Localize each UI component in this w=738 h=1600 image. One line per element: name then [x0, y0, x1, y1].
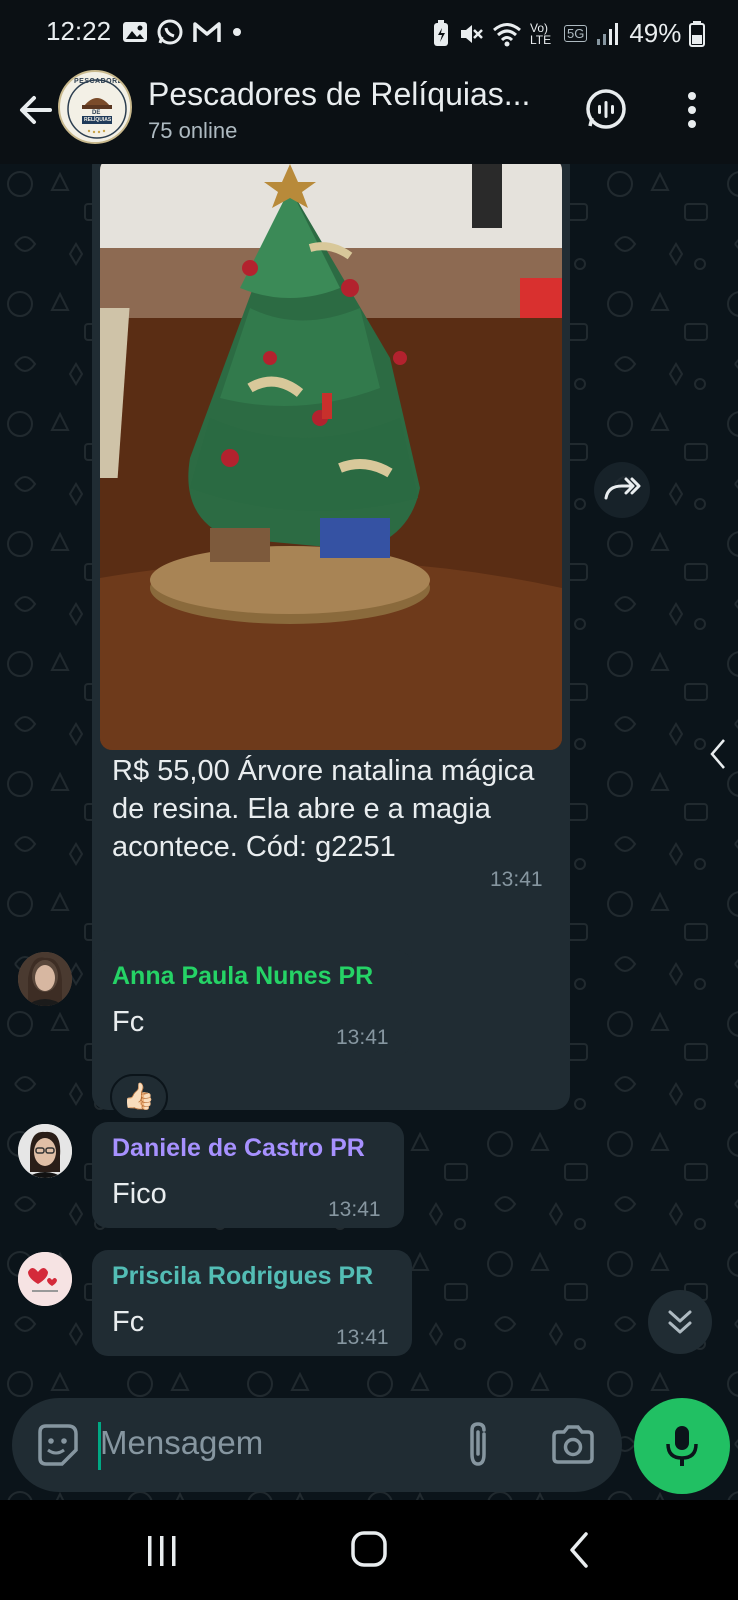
gmail-icon: [193, 22, 221, 42]
message-time: 13:41: [336, 1326, 389, 1349]
avatar-photo: [18, 952, 72, 1006]
battery-icon: [689, 20, 706, 47]
nav-back-icon[interactable]: [566, 1530, 590, 1570]
chat-header: PESCADORES DE RELÍQUIAS Pescadores de Re…: [0, 62, 738, 164]
system-nav-bar: [0, 1500, 738, 1600]
group-avatar[interactable]: PESCADORES DE RELÍQUIAS: [58, 70, 132, 144]
status-time: 12:22: [46, 16, 112, 46]
scroll-to-bottom-button[interactable]: [648, 1290, 712, 1354]
camera-icon[interactable]: [550, 1422, 596, 1466]
sender-name[interactable]: Anna Paula Nunes PR: [112, 962, 373, 991]
side-panel-chevron-icon[interactable]: [704, 734, 730, 774]
back-arrow-icon[interactable]: [14, 88, 58, 132]
whatsapp-icon: [157, 19, 183, 45]
voice-message-button[interactable]: [634, 1398, 730, 1494]
avatar[interactable]: [18, 1124, 72, 1178]
attach-icon[interactable]: [458, 1420, 498, 1470]
message-time: 13:41: [490, 868, 543, 891]
more-options-icon[interactable]: [676, 86, 708, 134]
avatar-photo: [18, 1252, 72, 1306]
voice-chat-icon[interactable]: [582, 86, 630, 134]
sticker-icon[interactable]: [34, 1422, 80, 1468]
chat-area[interactable]: R$ 55,00 Árvore natalina mágica de resin…: [0, 164, 738, 1500]
message-caption: R$ 55,00 Árvore natalina mágica de resin…: [112, 755, 535, 863]
recent-apps-icon[interactable]: [144, 1534, 180, 1568]
battery-level: 49%: [629, 18, 682, 48]
sender-name[interactable]: Daniele de Castro PR: [112, 1134, 365, 1163]
message-bubble[interactable]: Daniele de Castro PR Fico 13:41: [92, 1122, 404, 1228]
status-bar: 12:22 Vo) LTE 5G 49%: [0, 0, 738, 62]
wifi-icon: [493, 22, 521, 46]
message-text: Fc: [112, 1006, 145, 1038]
message-input[interactable]: Mensagem: [100, 1424, 263, 1462]
christmas-tree-photo[interactable]: [100, 164, 562, 750]
chat-title[interactable]: Pescadores de Relíquias...: [148, 76, 558, 113]
sender-name[interactable]: Priscila Rodrigues PR: [112, 1262, 373, 1291]
message-input-bar: Mensagem: [12, 1398, 622, 1492]
microphone-icon: [666, 1426, 698, 1466]
forward-button[interactable]: [594, 462, 650, 518]
message-bubble[interactable]: Priscila Rodrigues PR Fc 13:41: [92, 1250, 412, 1356]
avatar-text-mid: DE: [92, 110, 101, 116]
dot-icon: [233, 28, 241, 36]
message-time: 13:41: [336, 1026, 389, 1049]
network-type: 5G: [564, 25, 588, 42]
avatar[interactable]: [18, 952, 72, 1006]
notification-icons: [122, 18, 244, 46]
message-text: Fico: [112, 1178, 167, 1210]
avatar[interactable]: [18, 1252, 72, 1306]
message-time: 13:41: [328, 1198, 381, 1221]
avatar-photo: [18, 1124, 72, 1178]
double-chevron-down-icon: [668, 1310, 692, 1334]
forward-icon: [604, 477, 641, 500]
signal-icon: [597, 22, 619, 45]
avatar-text-top: PESCADORES: [74, 78, 129, 85]
message-text: Fc: [112, 1306, 145, 1338]
message-bubble[interactable]: Anna Paula Nunes PR Fc 13:41: [92, 950, 412, 1056]
home-icon[interactable]: [350, 1530, 388, 1568]
mute-icon: [461, 24, 483, 43]
avatar-text-bot: RELÍQUIAS: [84, 117, 112, 123]
volte-indicator: Vo) LTE: [530, 20, 552, 47]
reaction-badge[interactable]: 👍🏻: [110, 1074, 168, 1120]
christmas-tree-image: [100, 164, 562, 750]
gallery-icon: [123, 22, 147, 42]
online-count: 75 online: [148, 118, 238, 143]
battery-saver-icon: [434, 19, 448, 46]
